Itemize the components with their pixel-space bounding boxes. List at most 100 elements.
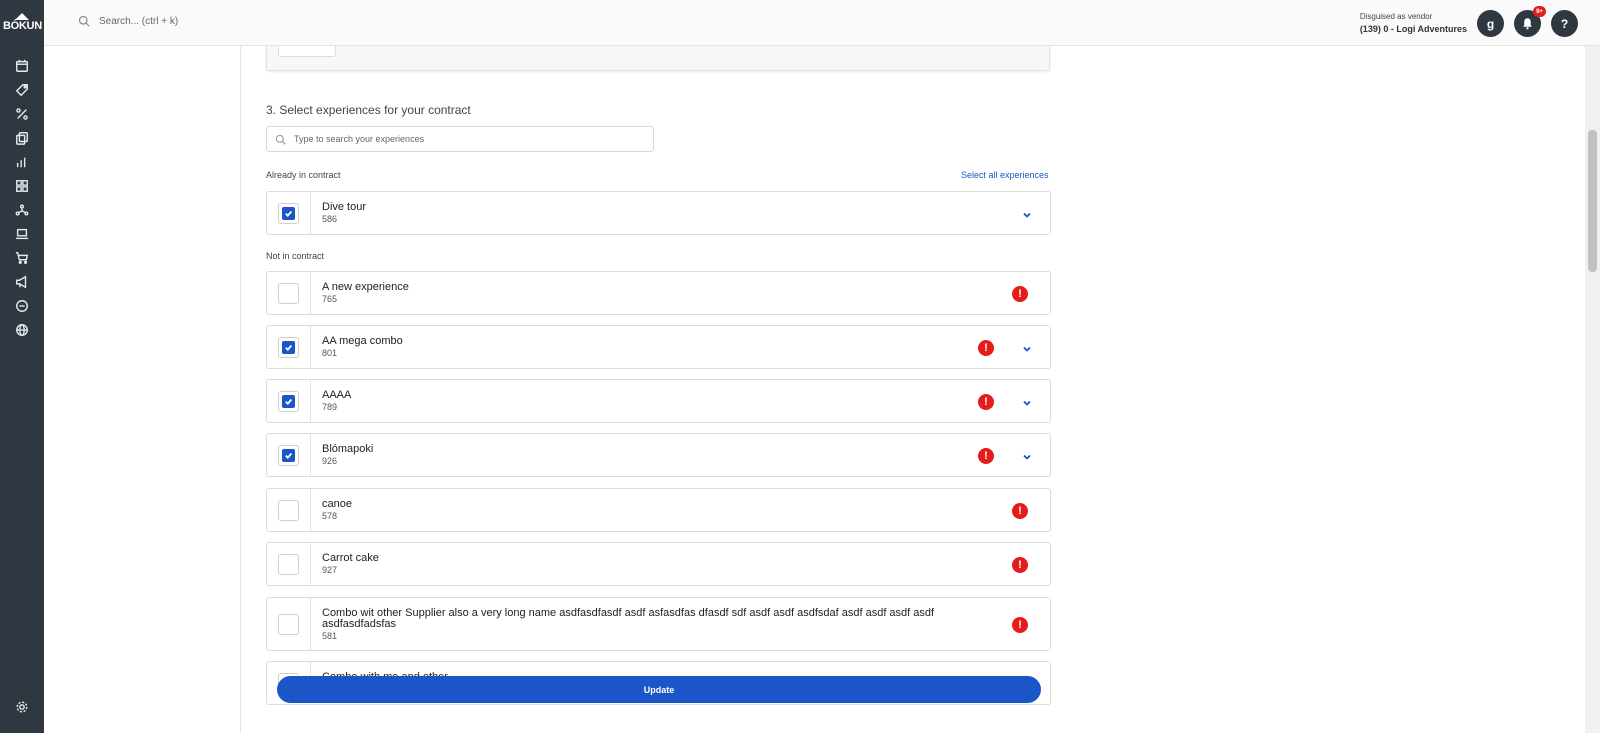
- top-bar: Search... (ctrl + k) Disguised as vendor…: [44, 0, 1600, 46]
- check-icon: [282, 394, 295, 408]
- experience-row[interactable]: Dive tour 586: [266, 191, 1051, 235]
- chat-icon[interactable]: [12, 296, 32, 316]
- main-content: 3. Select experiences for your contract …: [44, 46, 1585, 733]
- tag-icon[interactable]: [12, 80, 32, 100]
- percent-icon[interactable]: [12, 104, 32, 124]
- experience-row[interactable]: canoe 578!: [266, 488, 1051, 532]
- scrollbar[interactable]: [1585, 46, 1600, 733]
- network-icon[interactable]: [12, 200, 32, 220]
- experience-row[interactable]: Carrot cake 927!: [266, 542, 1051, 586]
- experience-id: 927: [322, 565, 338, 575]
- gear-icon[interactable]: [12, 697, 32, 717]
- experience-row[interactable]: A new experience 765!: [266, 271, 1051, 315]
- global-search-placeholder: Search... (ctrl + k): [99, 15, 179, 27]
- help-button[interactable]: ?: [1551, 10, 1578, 37]
- checkbox-cell: [267, 598, 311, 650]
- checkbox-unchecked[interactable]: [278, 553, 299, 575]
- warning-icon: !: [978, 448, 994, 464]
- checkbox-cell: [267, 489, 311, 531]
- experience-name: Combo wit other Supplier also a very lon…: [322, 607, 935, 630]
- experience-id: 586: [322, 214, 338, 224]
- select-all-link[interactable]: Select all experiences: [961, 170, 1049, 180]
- experience-id: 578: [322, 511, 338, 521]
- check-icon: [282, 206, 295, 220]
- experience-name: Dive tour: [322, 201, 367, 213]
- globe-icon[interactable]: [12, 320, 32, 340]
- search-icon: [275, 134, 286, 145]
- experience-name: canoe: [322, 498, 352, 510]
- scrollbar-thumb[interactable]: [1588, 130, 1597, 272]
- checkbox-checked[interactable]: [278, 202, 299, 224]
- experience-id: 581: [322, 631, 338, 641]
- experience-name: A new experience: [322, 281, 409, 293]
- dashboard-icon[interactable]: [12, 176, 32, 196]
- chevron-down-icon[interactable]: [1021, 342, 1033, 354]
- notifications-button[interactable]: 9+: [1514, 6, 1546, 37]
- warning-icon: !: [978, 394, 994, 410]
- checkbox-unchecked[interactable]: [278, 282, 299, 304]
- avatar-letter: g: [1486, 16, 1495, 31]
- search-icon: [78, 15, 90, 27]
- experience-row[interactable]: AAAA 789!: [266, 379, 1051, 423]
- warning-icon: !: [978, 340, 994, 356]
- checkbox-cell: [267, 192, 311, 234]
- experience-name: Carrot cake: [322, 552, 379, 564]
- section-title: 3. Select experiences for your contract: [266, 103, 471, 117]
- checkbox-cell: [267, 543, 311, 585]
- bell-icon: [1523, 18, 1532, 30]
- avatar-button[interactable]: g: [1477, 10, 1504, 37]
- logo-text: BÓKUN: [3, 20, 42, 32]
- checkbox-unchecked[interactable]: [278, 499, 299, 521]
- laptop-icon[interactable]: [12, 224, 32, 244]
- checkbox-cell: [267, 434, 311, 476]
- experience-name: Blómapoki: [322, 443, 374, 455]
- warning-icon: !: [1012, 286, 1028, 302]
- experience-id: 765: [322, 294, 338, 304]
- chevron-down-icon[interactable]: [1021, 396, 1033, 408]
- checkbox-cell: [267, 380, 311, 422]
- megaphone-icon[interactable]: [12, 272, 32, 292]
- update-button[interactable]: Update: [277, 676, 1041, 703]
- check-icon: [282, 340, 295, 354]
- vendor-disguise-info: Disguised as vendor (139) 0 - Logi Adven…: [1360, 12, 1467, 34]
- checkbox-checked[interactable]: [278, 444, 299, 466]
- experience-id: 926: [322, 456, 338, 466]
- checkbox-checked[interactable]: [278, 336, 299, 358]
- experience-search[interactable]: [266, 126, 654, 152]
- checkbox-checked[interactable]: [278, 390, 299, 412]
- copy-icon[interactable]: [12, 128, 32, 148]
- not-in-contract-label: Not in contract: [266, 251, 325, 261]
- cart-icon[interactable]: [12, 248, 32, 268]
- logo-mountain-icon: [15, 13, 29, 20]
- chevron-down-icon[interactable]: [1021, 450, 1033, 462]
- experience-row[interactable]: Blómapoki 926!: [266, 433, 1051, 477]
- experience-row[interactable]: AA mega combo 801!: [266, 325, 1051, 369]
- experience-id: 789: [322, 402, 338, 412]
- previous-section-box: [266, 46, 1050, 71]
- already-in-contract-label: Already in contract: [266, 170, 341, 180]
- previous-section-field[interactable]: [278, 46, 336, 57]
- vendor-name: (139) 0 - Logi Adventures: [1359, 24, 1467, 34]
- calendar-icon[interactable]: [12, 56, 32, 76]
- help-icon: ?: [1560, 16, 1569, 31]
- check-icon: [282, 448, 295, 462]
- experience-name: AA mega combo: [322, 335, 403, 347]
- disguise-label: Disguised as vendor: [1359, 12, 1433, 21]
- global-search[interactable]: Search... (ctrl + k): [78, 15, 178, 27]
- warning-icon: !: [1012, 557, 1028, 573]
- warning-icon: !: [1012, 617, 1028, 633]
- experience-search-input[interactable]: [294, 134, 634, 144]
- bar-chart-icon[interactable]: [12, 152, 32, 172]
- warning-icon: !: [1012, 503, 1028, 519]
- checkbox-cell: [267, 326, 311, 368]
- column-divider: [240, 46, 241, 733]
- bokun-logo[interactable]: BÓKUN: [3, 13, 42, 33]
- experience-row[interactable]: Combo wit other Supplier also a very lon…: [266, 597, 1051, 651]
- checkbox-cell: [267, 272, 311, 314]
- chevron-down-icon[interactable]: [1021, 208, 1033, 220]
- sidebar: BÓKUN: [0, 0, 44, 733]
- experience-id: 801: [322, 348, 338, 358]
- experience-name: AAAA: [322, 389, 352, 401]
- notification-badge: 9+: [1533, 6, 1546, 17]
- checkbox-unchecked[interactable]: [278, 613, 299, 635]
